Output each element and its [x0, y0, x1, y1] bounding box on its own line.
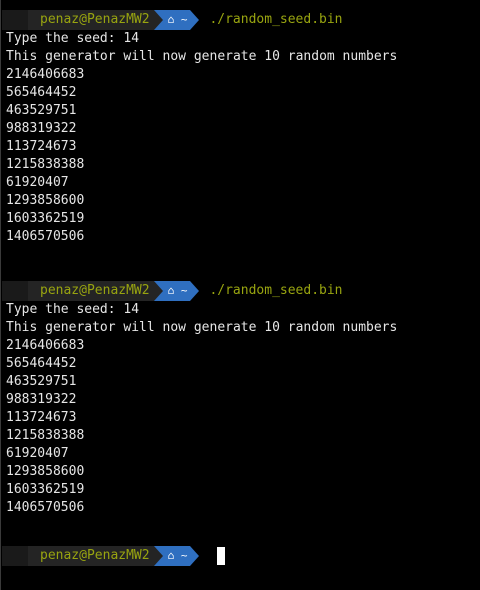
shell-prompt: penaz@PenazMW2 ⌂ ~	[2, 546, 480, 566]
output-line: 2146406683	[6, 338, 85, 353]
shell-prompt: penaz@PenazMW2 ⌂ ~ ./random_seed.bin	[2, 281, 480, 301]
command-run: penaz@PenazMW2 ⌂ ~ ./random_seed.bin Typ…	[2, 10, 480, 246]
prompt-separator-icon	[190, 546, 200, 566]
prompt-user-host: penaz@PenazMW2	[28, 10, 154, 30]
prompt-gutter	[2, 10, 28, 30]
output-line: 1406570506	[6, 500, 85, 515]
command-run: penaz@PenazMW2 ⌂ ~ ./random_seed.bin Typ…	[2, 281, 480, 517]
output-line: 1603362519	[6, 482, 85, 497]
prompt-home-path: ⌂ ~	[162, 546, 191, 566]
output-line: 113724673	[6, 410, 77, 425]
output-line: 2146406683	[6, 67, 85, 82]
output-line: 463529751	[6, 103, 77, 118]
prompt-separator-icon	[153, 546, 163, 566]
prompt-separator-icon	[153, 10, 163, 30]
shell-prompt: penaz@PenazMW2 ⌂ ~ ./random_seed.bin	[2, 10, 480, 30]
output-line: 988319322	[6, 392, 77, 407]
terminal-window[interactable]: penaz@PenazMW2 ⌂ ~ ./random_seed.bin Typ…	[0, 0, 480, 590]
prompt-user-host: penaz@PenazMW2	[28, 546, 154, 566]
prompt-home-path: ⌂ ~	[162, 10, 191, 30]
output-line: 565464452	[6, 85, 77, 100]
output-line: 1293858600	[6, 193, 85, 208]
window-edge	[0, 0, 1, 590]
prompt-command: ./random_seed.bin	[209, 12, 343, 27]
prompt-separator-icon	[153, 281, 163, 301]
output-line: This generator will now generate 10 rand…	[6, 49, 398, 64]
output-line: 1406570506	[6, 229, 85, 244]
output-line: Type the seed: 14	[6, 302, 140, 317]
output-line: 1603362519	[6, 211, 85, 226]
output-line: 565464452	[6, 356, 77, 371]
output-line: 988319322	[6, 121, 77, 136]
output-line: 1215838388	[6, 428, 85, 443]
prompt-gutter	[2, 546, 28, 566]
prompt-user-host: penaz@PenazMW2	[28, 281, 154, 301]
output-line: 113724673	[6, 139, 77, 154]
output-line: This generator will now generate 10 rand…	[6, 320, 398, 335]
output-line: 463529751	[6, 374, 77, 389]
prompt-separator-icon	[190, 10, 200, 30]
output-line: 1215838388	[6, 157, 85, 172]
output-line: 61920407	[6, 175, 69, 190]
prompt-command: ./random_seed.bin	[209, 283, 343, 298]
prompt-gutter	[2, 281, 28, 301]
output-line: 61920407	[6, 446, 69, 461]
prompt-home-path: ⌂ ~	[162, 281, 191, 301]
prompt-separator-icon	[190, 281, 200, 301]
output-line: Type the seed: 14	[6, 31, 140, 46]
output-line: 1293858600	[6, 464, 85, 479]
active-prompt-line[interactable]: penaz@PenazMW2 ⌂ ~	[2, 546, 480, 566]
text-cursor-icon	[217, 547, 226, 565]
